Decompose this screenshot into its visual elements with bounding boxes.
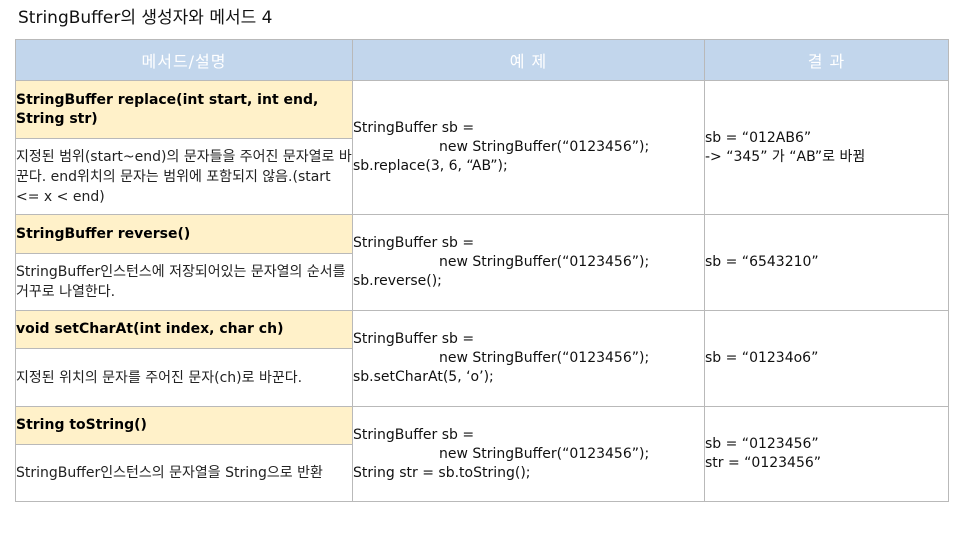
table-row: void setCharAt(int index, char ch) Strin… [15, 310, 949, 407]
slide: StringBuffer의 생성자와 메서드 4 메서드/설명 예 제 결 과 … [0, 0, 960, 540]
header-example: 예 제 [352, 39, 705, 81]
method-description: 지정된 위치의 문자를 주어진 문자(ch)로 바꾼다. [15, 348, 353, 407]
method-description: 지정된 범위(start~end)의 문자들을 주어진 문자열로 바꾼다. en… [15, 138, 353, 215]
example-line: StringBuffer sb = [353, 120, 475, 136]
result-cell: sb = “6543210” [704, 214, 949, 311]
example-line: StringBuffer sb = [353, 235, 475, 251]
result-line: sb = “012AB6” [705, 129, 812, 146]
table-row: StringBuffer replace(int start, int end,… [15, 80, 949, 215]
method-name: StringBuffer reverse() [15, 214, 353, 254]
method-name: void setCharAt(int index, char ch) [15, 310, 353, 349]
example-line: new StringBuffer(“0123456”); [439, 350, 650, 366]
method-description: StringBuffer인스턴스의 문자열을 String으로 반환 [15, 444, 353, 502]
example-line: new StringBuffer(“0123456”); [439, 139, 650, 155]
result-line: sb = “0123456” [705, 436, 819, 452]
example-cell: StringBuffer sb = new StringBuffer(“0123… [352, 310, 705, 407]
result-line: -> “345” 가 “AB”로 바뀜 [705, 148, 866, 165]
page-title: StringBuffer의 생성자와 메서드 4 [18, 8, 273, 28]
example-line: String str = sb.toString(); [353, 464, 531, 481]
example-line: sb.replace(3, 6, “AB”); [353, 158, 508, 174]
example-line: sb.reverse(); [353, 273, 442, 289]
header-method: 메서드/설명 [15, 39, 353, 81]
example-cell: StringBuffer sb = new StringBuffer(“0123… [352, 80, 705, 215]
method-name: String toString() [15, 406, 353, 445]
example-line: new StringBuffer(“0123456”); [439, 445, 650, 462]
result-cell: sb = “0123456” str = “0123456” [704, 406, 949, 502]
example-cell: StringBuffer sb = new StringBuffer(“0123… [352, 406, 705, 502]
example-cell: StringBuffer sb = new StringBuffer(“0123… [352, 214, 705, 311]
table-row: StringBuffer reverse() StringBuffer sb =… [15, 214, 949, 311]
example-line: sb.setCharAt(5, ‘o’); [353, 369, 494, 385]
method-table: 메서드/설명 예 제 결 과 StringBuffer replace(int … [15, 39, 949, 502]
table-row: String toString() StringBuffer sb = new … [15, 406, 949, 502]
example-line: new StringBuffer(“0123456”); [439, 254, 650, 270]
result-cell: sb = “01234o6” [704, 310, 949, 407]
header-result: 결 과 [704, 39, 949, 81]
result-line: sb = “01234o6” [705, 350, 819, 366]
result-cell: sb = “012AB6” -> “345” 가 “AB”로 바뀜 [704, 80, 949, 215]
example-line: StringBuffer sb = [353, 426, 475, 443]
result-line: str = “0123456” [705, 455, 822, 471]
result-line: sb = “6543210” [705, 254, 819, 270]
method-description: StringBuffer인스턴스에 저장되어있는 문자열의 순서를 거꾸로 나열… [15, 253, 353, 311]
example-line: StringBuffer sb = [353, 331, 475, 347]
table-header-row: 메서드/설명 예 제 결 과 [15, 39, 949, 81]
method-name: StringBuffer replace(int start, int end,… [15, 80, 353, 139]
